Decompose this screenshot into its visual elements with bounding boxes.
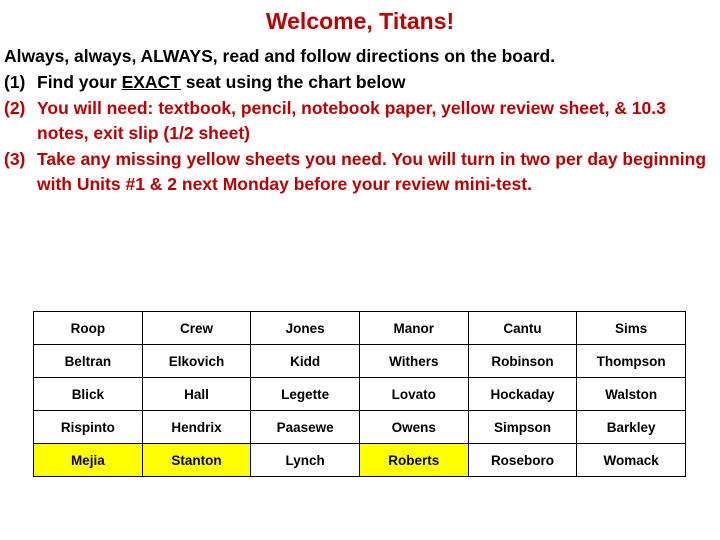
seat-cell[interactable]: Beltran	[33, 344, 143, 378]
seat-cell[interactable]: Withers	[358, 344, 469, 378]
seat-cell[interactable]: Cantu	[467, 311, 578, 345]
table-row: Mejia Stanton Lynch Roberts Roseboro Womack	[33, 443, 686, 477]
seat-cell[interactable]: Walston	[576, 377, 686, 411]
seat-cell[interactable]: Blick	[33, 377, 143, 411]
slide-canvas: Welcome, Titans! Always, always, ALWAYS,…	[0, 0, 720, 540]
seat-cell[interactable]: Manor	[358, 311, 469, 345]
instruction-item-1-text-before: Find your	[37, 72, 122, 92]
instruction-item-3-marker: (3)	[4, 149, 26, 169]
table-row: Beltran Elkovich Kidd Withers Robinson Thomps…	[33, 344, 686, 378]
seat-cell[interactable]: Simpson	[467, 410, 578, 444]
instruction-item-1: (1) Find your EXACT seat using the chart …	[4, 70, 718, 95]
seat-cell[interactable]: Roseboro	[467, 443, 578, 477]
seat-cell[interactable]: Owens	[358, 410, 469, 444]
seat-cell[interactable]: Hall	[141, 377, 252, 411]
instruction-item-2-text: You will need: textbook, pencil, noteboo…	[37, 98, 666, 143]
instruction-item-1-emphasis: EXACT	[121, 72, 181, 92]
seat-cell[interactable]: Sims	[576, 311, 686, 345]
seat-cell[interactable]: Lynch	[250, 443, 360, 477]
instruction-item-1-marker: (1)	[4, 72, 26, 92]
seat-cell[interactable]: Crew	[141, 311, 252, 345]
seat-cell[interactable]: Rispinto	[33, 410, 143, 444]
seat-cell[interactable]: Paasewe	[250, 410, 360, 444]
seating-chart-body: Roop Crew Jones Manor Cantu Sims Beltran Elkovi…	[33, 311, 686, 477]
seat-cell[interactable]: Hockaday	[467, 377, 578, 411]
table-row: Roop Crew Jones Manor Cantu Sims	[33, 311, 686, 345]
seat-cell[interactable]: Lovato	[358, 377, 469, 411]
instruction-item-2-marker: (2)	[4, 98, 26, 118]
seat-cell[interactable]: Barkley	[576, 410, 686, 444]
table-row: Rispinto Hendrix Paasewe Owens Simpson Barkle…	[33, 410, 686, 444]
seat-cell[interactable]: Thompson	[576, 344, 686, 378]
seating-chart-table: Roop Crew Jones Manor Cantu Sims Beltran Elkovi…	[33, 311, 686, 477]
seat-cell-highlighted[interactable]: Mejia	[33, 443, 143, 477]
seat-cell[interactable]: Jones	[250, 311, 360, 345]
instruction-item-2: (2) You will need: textbook, pencil, note…	[4, 96, 718, 146]
instruction-item-3: (3) Take any missing yellow sheets you ne…	[4, 147, 718, 197]
page-title: Welcome, Titans!	[265, 8, 455, 34]
seat-cell[interactable]: Robinson	[467, 344, 578, 378]
intro-line: Always, always, ALWAYS, read and follow …	[4, 46, 556, 66]
seating-chart: Roop Crew Jones Manor Cantu Sims Beltran Elkovi…	[33, 311, 686, 477]
seat-cell[interactable]: Legette	[250, 377, 360, 411]
seat-cell[interactable]: Womack	[576, 443, 686, 477]
seat-cell[interactable]: Roop	[33, 311, 143, 345]
seat-cell[interactable]: Elkovich	[141, 344, 252, 378]
seat-cell[interactable]: Kidd	[250, 344, 360, 378]
instruction-item-3-text: Take any missing yellow sheets you need.…	[37, 149, 707, 194]
seat-cell[interactable]: Hendrix	[141, 410, 252, 444]
instruction-item-1-text-after: seat using the chart below	[180, 72, 406, 92]
seat-cell-highlighted[interactable]: Roberts	[358, 443, 469, 477]
seat-cell-highlighted[interactable]: Stanton	[141, 443, 252, 477]
table-row: Blick Hall Legette Lovato Hockaday Walston	[33, 377, 686, 411]
instructions-block: Always, always, ALWAYS, read and follow …	[4, 44, 718, 198]
